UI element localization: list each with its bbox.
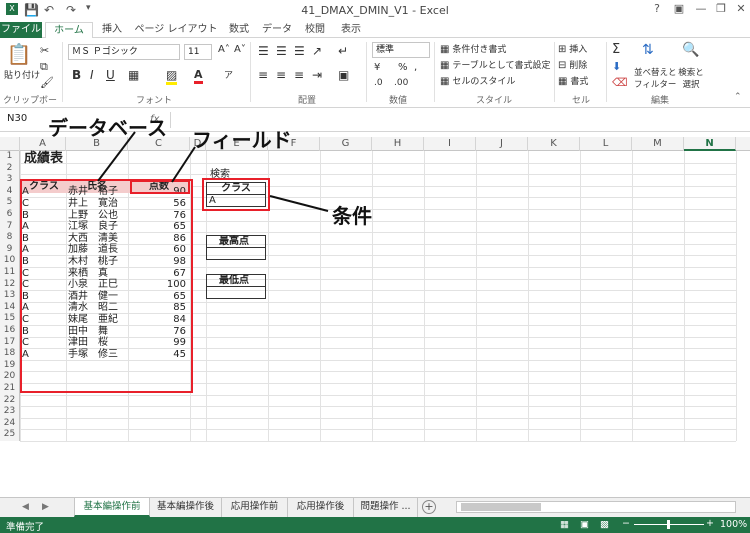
view-pagebreak-icon[interactable]: ▩	[600, 519, 609, 530]
zoom-out-icon[interactable]: −	[622, 518, 630, 529]
sheet-tab-bar: ◀ ▶ 基本編操作前 基本編操作後 応用操作前 応用操作後 問題操作 ... +	[0, 497, 750, 517]
view-normal-icon[interactable]: ▦	[560, 519, 569, 530]
sheet-tab-3[interactable]: 応用操作前	[222, 498, 288, 517]
status-bar: 準備完了 ▦ ▣ ▩ − + 100%	[0, 517, 750, 533]
zoom-in-icon[interactable]: +	[706, 518, 714, 529]
sheet-tab-2[interactable]: 基本編操作後	[150, 498, 222, 517]
criteria-pointer	[269, 195, 329, 212]
view-layout-icon[interactable]: ▣	[580, 519, 589, 530]
zoom-level[interactable]: 100%	[720, 519, 747, 530]
annotation-arrows	[97, 131, 329, 212]
database-pointer	[97, 131, 136, 182]
zoom-slider-thumb[interactable]	[667, 520, 670, 529]
scroll-thumb[interactable]	[461, 503, 541, 511]
add-sheet-icon[interactable]: +	[422, 500, 436, 514]
sheet-tab-active[interactable]: 基本編操作前	[74, 498, 150, 517]
prev-sheet-icon[interactable]: ◀	[22, 502, 29, 512]
field-pointer	[171, 146, 196, 183]
sheet-tab-5[interactable]: 問題操作 ...	[354, 498, 418, 517]
horizontal-scrollbar[interactable]	[456, 501, 736, 513]
sheet-tab-4[interactable]: 応用操作後	[288, 498, 354, 517]
next-sheet-icon[interactable]: ▶	[42, 502, 49, 512]
status-ready: 準備完了	[6, 522, 45, 533]
